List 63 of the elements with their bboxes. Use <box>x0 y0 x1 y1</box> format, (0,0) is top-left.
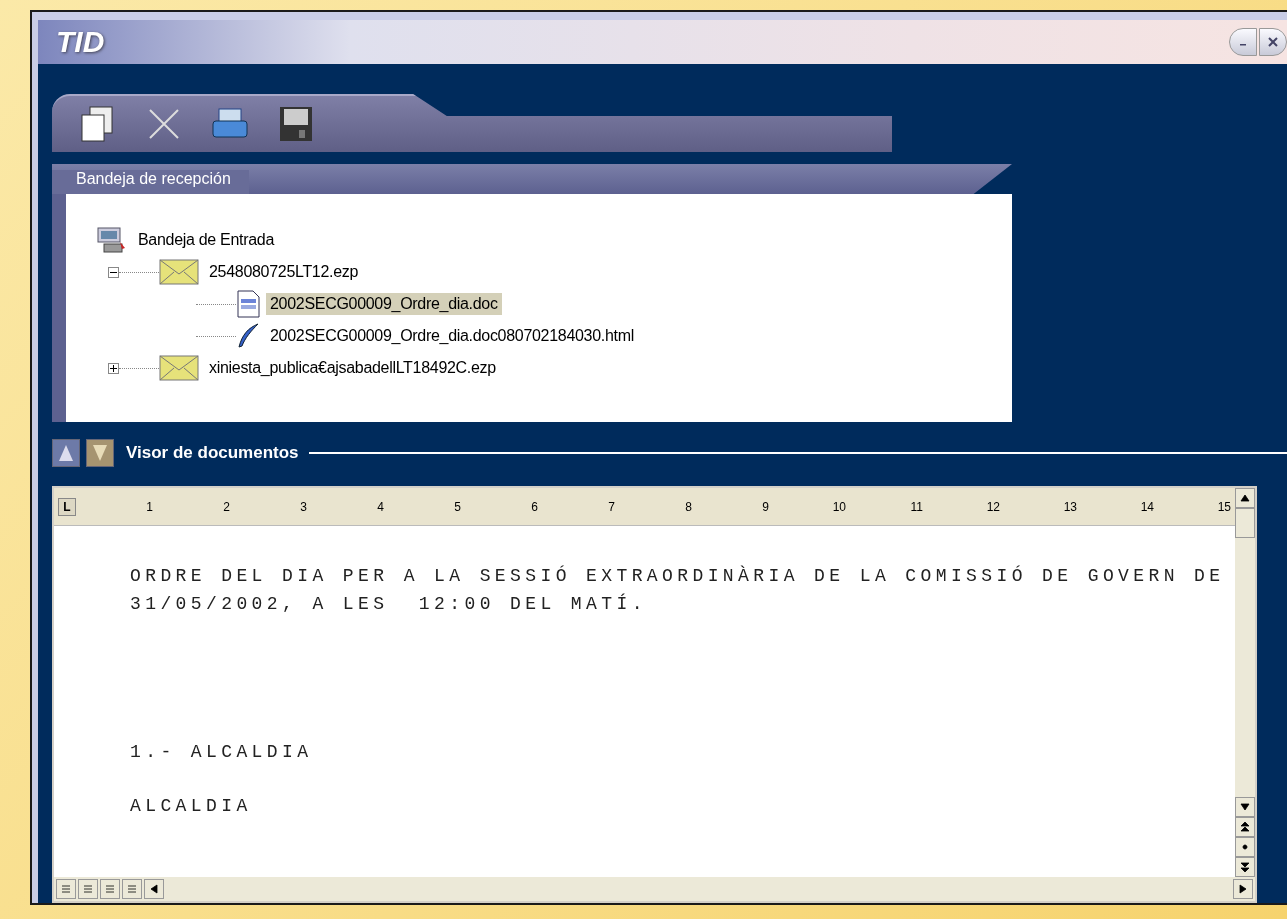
right-arrow-icon <box>1238 884 1248 894</box>
tree-item[interactable]: 2002SECG00009_Ordre_dia.doc080702184030.html <box>266 325 638 347</box>
quill-pen-icon <box>236 323 260 349</box>
double-up-arrow-icon <box>1240 822 1250 832</box>
scroll-left-button[interactable] <box>144 879 164 899</box>
panel-tab[interactable]: Bandeja de recepción <box>52 170 249 194</box>
scroll-up-button[interactable] <box>1235 488 1255 508</box>
ruler-number: 6 <box>530 499 538 514</box>
document-line: ORDRE DEL DIA PER A LA SESSIÓ EXTRAORDINÀRIA DE LA COMISSIÓ DE GOVERN DE <box>130 564 1226 588</box>
envelope-icon <box>159 259 199 285</box>
ruler-number: 10 <box>831 499 846 514</box>
lines-icon <box>61 884 71 894</box>
view-button[interactable] <box>56 879 76 899</box>
document-icon <box>236 290 260 318</box>
select-browse-button[interactable] <box>1235 837 1255 857</box>
view-button[interactable] <box>78 879 98 899</box>
down-arrow-button[interactable] <box>86 439 114 467</box>
ruler-number: 1 <box>145 499 153 514</box>
tree-expander[interactable] <box>108 266 119 278</box>
tree-item[interactable]: xiniesta_publica€ajsabadellLT18492C.ezp <box>205 357 500 379</box>
tree-item[interactable]: Bandeja de Entrada <box>134 229 279 251</box>
scroll-down-button[interactable] <box>1235 797 1255 817</box>
view-button[interactable] <box>100 879 120 899</box>
previous-page-button[interactable] <box>1235 817 1255 837</box>
down-arrow-icon <box>1240 802 1250 812</box>
lines-icon <box>105 884 115 894</box>
scroll-right-button[interactable] <box>1233 879 1253 899</box>
up-arrow-icon <box>1240 493 1250 503</box>
close-icon <box>1268 37 1278 47</box>
scroll-thumb[interactable] <box>1235 508 1255 538</box>
lines-icon <box>83 884 93 894</box>
tab-stop-button[interactable]: L <box>58 497 76 516</box>
viewer-title: Visor de documentos <box>126 443 299 463</box>
ruler-number: 2 <box>222 499 230 514</box>
lines-icon <box>127 884 137 894</box>
ruler-number: 13 <box>1062 499 1077 514</box>
ruler-number: 5 <box>453 499 461 514</box>
ruler-number: 3 <box>299 499 307 514</box>
close-button[interactable] <box>1259 28 1287 56</box>
tree-expander[interactable] <box>108 362 119 374</box>
window-title: TID <box>56 25 105 59</box>
document-line: ALCALDIA <box>130 795 253 818</box>
ruler-number: 11 <box>909 499 923 514</box>
up-triangle-icon <box>58 444 74 462</box>
document-line: 31/05/2002, A LES 12:00 DEL MATÍ. <box>130 592 648 616</box>
left-arrow-icon <box>149 884 159 894</box>
ruler-number: 12 <box>985 499 1000 514</box>
ruler-number: 8 <box>684 499 692 514</box>
ruler-number: 15 <box>1216 499 1231 514</box>
plus-icon <box>110 364 117 372</box>
double-down-arrow-icon <box>1240 862 1250 872</box>
ruler-number: 7 <box>607 499 615 514</box>
document-line: 1.- ALCALDIA <box>130 741 314 764</box>
ruler-number: 14 <box>1139 499 1154 514</box>
ruler-number: 4 <box>376 499 384 514</box>
down-triangle-icon <box>92 444 108 462</box>
ruler-number: 9 <box>761 499 769 514</box>
computer-tray-icon <box>96 226 128 254</box>
envelope-icon <box>159 355 199 381</box>
tree-item[interactable]: 2548080725LT12.ezp <box>205 261 363 283</box>
next-page-button[interactable] <box>1235 857 1255 877</box>
up-arrow-button[interactable] <box>52 439 80 467</box>
tree-item[interactable]: 2002SECG00009_Ordre_dia.doc <box>266 293 502 315</box>
